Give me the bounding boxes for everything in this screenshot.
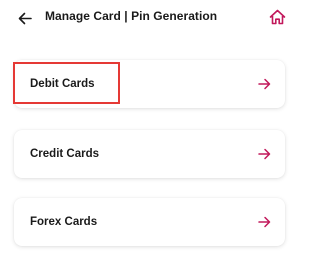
header-bar: Manage Card | Pin Generation <box>0 0 300 36</box>
card-label: Debit Cards <box>30 78 95 90</box>
arrow-right-icon <box>257 77 271 91</box>
card-label: Forex Cards <box>30 216 98 228</box>
card-forex-cards[interactable]: Forex Cards <box>14 198 285 246</box>
arrow-left-icon <box>18 12 32 24</box>
home-button[interactable] <box>266 6 288 28</box>
back-button[interactable] <box>14 8 36 28</box>
arrow-right-icon <box>257 147 271 161</box>
home-icon <box>269 9 285 25</box>
arrow-right-icon <box>257 215 271 229</box>
card-label: Credit Cards <box>30 148 100 160</box>
card-debit-cards[interactable]: Debit Cards <box>14 60 285 108</box>
page-title: Manage Card | Pin Generation <box>45 9 218 23</box>
card-credit-cards[interactable]: Credit Cards <box>14 130 285 178</box>
